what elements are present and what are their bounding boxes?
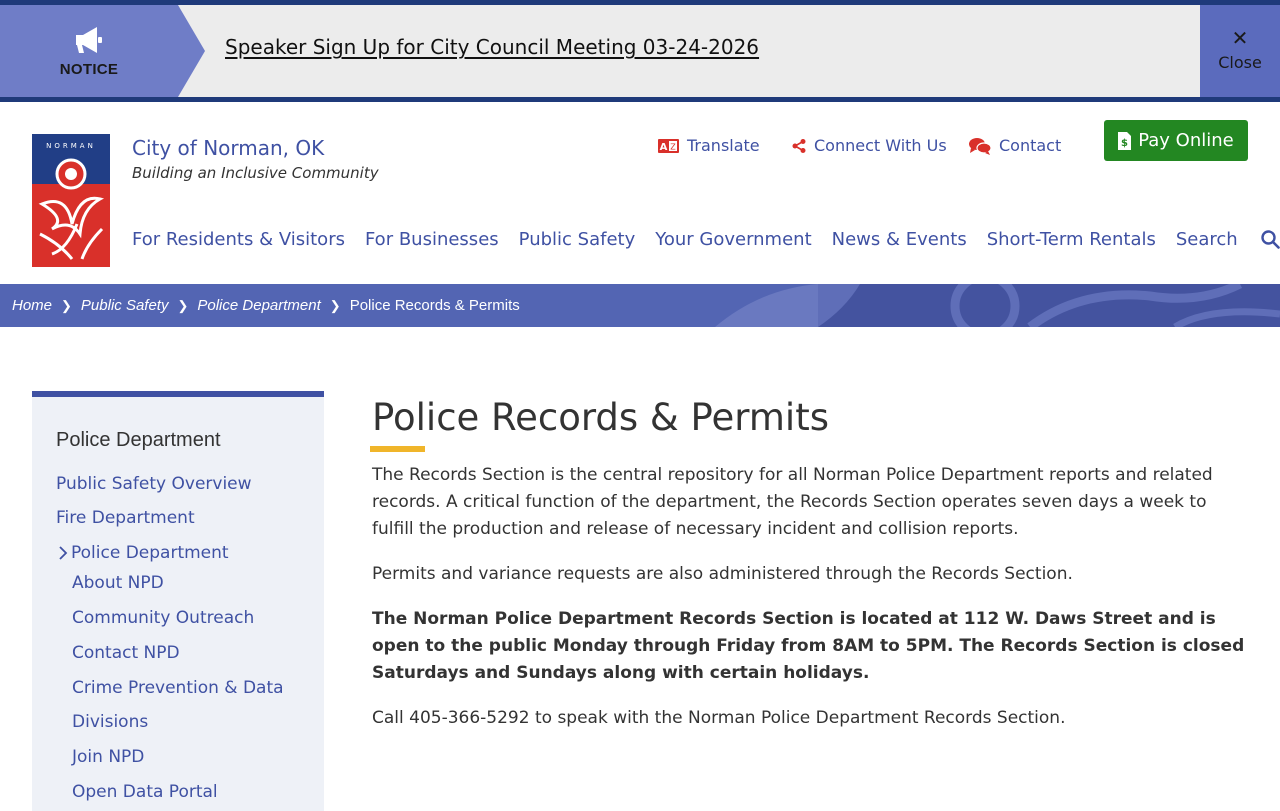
nav-news-events[interactable]: News & Events: [832, 229, 967, 250]
site-tagline: Building an Inclusive Community: [132, 164, 379, 182]
site-name[interactable]: City of Norman, OK: [132, 136, 324, 160]
translate-label: Translate: [687, 136, 760, 155]
notice-banner: NOTICE Speaker Sign Up for City Council …: [0, 0, 1280, 102]
chevron-right-icon: ❯: [177, 297, 189, 313]
payment-document-icon: $: [1118, 131, 1132, 150]
main-navigation: For Residents & Visitors For Businesses …: [132, 229, 1280, 250]
contact-link[interactable]: Contact: [969, 136, 1061, 155]
connect-link[interactable]: Connect With Us: [792, 136, 947, 155]
sidebar-current-label: Police Department: [71, 543, 229, 563]
sidebar-subitem-crime-prevention-data[interactable]: Crime Prevention & Data: [72, 678, 284, 698]
chevron-right-icon: ❯: [61, 297, 72, 313]
sidebar-item-police-department[interactable]: Police Department: [56, 543, 229, 563]
search-icon: [1261, 230, 1280, 249]
page-title: Police Records & Permits: [372, 396, 829, 439]
notice-label: NOTICE: [59, 61, 119, 78]
nav-residents-visitors[interactable]: For Residents & Visitors: [132, 229, 345, 250]
search-button[interactable]: Search: [1176, 229, 1280, 250]
sidebar-item-public-safety-overview[interactable]: Public Safety Overview: [56, 474, 252, 494]
sidebar-subitem-open-data-portal[interactable]: Open Data Portal: [72, 782, 218, 802]
records-intro-paragraph: The Records Section is the central repos…: [372, 465, 1213, 539]
sidebar-subitem-join-npd[interactable]: Join NPD: [72, 747, 144, 767]
close-icon: ✕: [1231, 26, 1249, 50]
title-underline: [370, 446, 425, 452]
breadcrumb: Home ❯ Public Safety ❯ Police Department…: [12, 297, 520, 314]
nav-public-safety[interactable]: Public Safety: [519, 229, 636, 250]
translate-icon: A Z: [658, 138, 679, 153]
sidebar-subitem-about-npd[interactable]: About NPD: [72, 573, 164, 593]
chat-icon: [969, 137, 991, 155]
svg-text:$: $: [1121, 138, 1128, 149]
megaphone-icon: [76, 27, 102, 53]
location-hours-paragraph: The Norman Police Department Records Sec…: [372, 609, 1245, 683]
section-sidebar: Police Department Public Safety Overview…: [32, 391, 324, 811]
share-icon: [792, 138, 806, 153]
chevron-right-icon: [59, 546, 68, 560]
breadcrumb-public-safety[interactable]: Public Safety: [81, 297, 169, 314]
contact-label: Contact: [999, 136, 1062, 155]
nav-short-term-rentals[interactable]: Short-Term Rentals: [987, 229, 1156, 250]
translate-link[interactable]: A Z Translate: [658, 136, 760, 155]
sidebar-subitem-community-outreach[interactable]: Community Outreach: [72, 608, 254, 628]
sidebar-title: Police Department: [56, 429, 221, 451]
notice-close-label: Close: [1218, 53, 1262, 72]
connect-label: Connect With Us: [814, 136, 947, 155]
sidebar-subitem-divisions[interactable]: Divisions: [72, 712, 148, 732]
search-label: Search: [1175, 229, 1238, 250]
chevron-right-icon: ❯: [329, 297, 341, 313]
breadcrumb-home[interactable]: Home: [12, 297, 52, 314]
phone-paragraph: Call 405-366-5292 to speak with the Norm…: [372, 708, 1066, 728]
svg-text:Z: Z: [670, 142, 676, 151]
city-logo[interactable]: NORMAN: [32, 134, 110, 267]
nav-businesses[interactable]: For Businesses: [365, 229, 499, 250]
breadcrumb-current: Police Records & Permits: [349, 297, 520, 314]
pay-online-button[interactable]: $ Pay Online: [1104, 120, 1248, 161]
pay-online-label: Pay Online: [1138, 130, 1234, 151]
notice-tag: NOTICE: [0, 5, 205, 97]
notice-message-link[interactable]: Speaker Sign Up for City Council Meeting…: [225, 35, 759, 59]
notice-close-button[interactable]: ✕ Close: [1200, 5, 1280, 97]
permits-paragraph: Permits and variance requests are also a…: [372, 564, 1073, 584]
logo-text: NORMAN: [46, 142, 96, 150]
breadcrumb-bar: Home ❯ Public Safety ❯ Police Department…: [0, 284, 1280, 327]
nav-your-government[interactable]: Your Government: [655, 229, 811, 250]
sidebar-subitem-contact-npd[interactable]: Contact NPD: [72, 643, 180, 663]
breadcrumb-police-department[interactable]: Police Department: [197, 297, 320, 314]
sidebar-item-fire-department[interactable]: Fire Department: [56, 508, 195, 528]
svg-text:A: A: [660, 142, 668, 153]
